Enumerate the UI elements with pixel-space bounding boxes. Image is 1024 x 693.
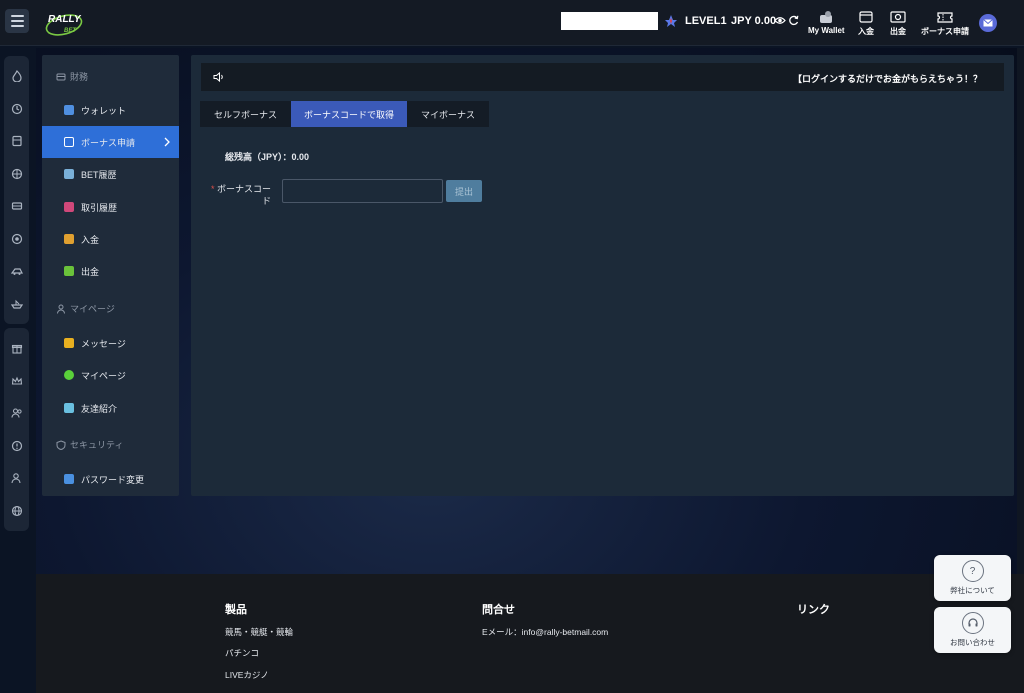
footer-link-pachinko[interactable]: パチンコ — [225, 647, 259, 659]
bonus-apply-button[interactable]: ボーナス申請 — [921, 10, 969, 37]
rail-boat-icon[interactable] — [4, 288, 29, 321]
submit-button[interactable]: 提出 — [446, 180, 482, 202]
lock-icon — [64, 474, 74, 484]
sidebar-item-bonus-apply[interactable]: ボーナス申請 — [42, 126, 179, 158]
sidebar-item-messages[interactable]: メッセージ — [42, 327, 179, 359]
bonus-icon — [64, 137, 74, 147]
bonus-ticket-icon — [937, 12, 953, 23]
mail-icon — [64, 338, 74, 348]
sidebar-section-security: セキュリティ — [56, 438, 123, 451]
sidebar-item-bet-history[interactable]: BET履歴 — [42, 158, 179, 190]
bonus-panel: 【ログインするだけでお金がもらえちゃう！？ セルフボーナス ボーナスコードで取得… — [191, 55, 1014, 496]
notice-ticker[interactable]: 【ログインするだけでお金がもらえちゃう！？ — [793, 72, 982, 85]
withdraw-icon — [890, 11, 906, 23]
total-balance: 総残高（JPY）：0.00 — [225, 152, 310, 162]
sidebar-section-finance: 財務 — [56, 70, 88, 83]
sidebar-item-transactions[interactable]: 取引履歴 — [42, 191, 179, 223]
rally-bet-logo[interactable]: RALLY BET — [44, 8, 88, 38]
person-icon — [64, 370, 74, 380]
footer: 製品 競馬・競艇・競輪 パチンコ LIVEカジノ 問合せ Eメール：info@r… — [36, 574, 1024, 693]
wallet-icon — [64, 105, 74, 115]
eye-icon[interactable] — [774, 15, 786, 26]
svg-text:RALLY: RALLY — [48, 14, 82, 25]
transaction-icon — [64, 202, 74, 212]
hamburger-menu-button[interactable] — [5, 9, 29, 33]
bonus-code-input[interactable] — [282, 179, 443, 203]
question-icon: ? — [961, 560, 984, 582]
tab-self-bonus[interactable]: セルフボーナス — [200, 101, 291, 127]
rail-slot-icon[interactable] — [4, 125, 29, 158]
sidebar-item-change-password[interactable]: パスワード変更 — [42, 463, 179, 495]
message-envelope-icon[interactable] — [979, 14, 997, 32]
deposit-icon — [64, 234, 74, 244]
about-us-button[interactable]: ? 弊社について — [934, 555, 1011, 601]
notice-bar: 【ログインするだけでお金がもらえちゃう！？ — [201, 63, 1004, 91]
my-wallet-button[interactable]: My Wallet — [808, 10, 845, 35]
footer-email[interactable]: Eメール：info@rally-betmail.com — [482, 626, 608, 638]
icon-rail — [4, 56, 29, 535]
chevron-right-icon — [164, 137, 170, 147]
rail-sports-icon[interactable] — [4, 158, 29, 191]
rail-race-icon[interactable] — [4, 255, 29, 288]
balance-display: JPY 0.00 — [731, 15, 776, 27]
headset-icon — [961, 612, 984, 634]
deposit-button[interactable]: 入金 — [858, 10, 874, 37]
rail-gift-icon[interactable] — [4, 332, 29, 365]
wallet-icon — [820, 11, 833, 23]
footer-links-title: リンク — [797, 604, 830, 616]
sidebar-section-mypage: マイページ — [56, 302, 115, 315]
deposit-icon — [859, 11, 873, 23]
withdraw-button[interactable]: 出金 — [890, 10, 906, 37]
rail-hot-icon[interactable] — [4, 60, 29, 93]
bonus-code-label: * ボーナスコード — [210, 184, 271, 206]
friend-icon — [64, 403, 74, 413]
withdraw-icon — [64, 266, 74, 276]
footer-contact-title: 問合せ — [482, 604, 515, 616]
currency-label: JPY — [731, 15, 752, 27]
top-bar: RALLY BET LEVEL1 JPY 0.00 My Wallet 入金 出… — [0, 0, 1024, 46]
footer-link-live-casino[interactable]: LIVEカジノ — [225, 669, 269, 681]
rail-user-icon[interactable] — [4, 462, 29, 495]
finance-icon — [56, 73, 66, 80]
rail-info-icon[interactable] — [4, 430, 29, 463]
footer-products-title: 製品 — [225, 604, 247, 616]
sidebar-item-withdraw[interactable]: 出金 — [42, 255, 179, 287]
sidebar-item-wallet[interactable]: ウォレット — [42, 94, 179, 126]
username-box — [561, 12, 658, 30]
speaker-icon — [213, 71, 223, 83]
account-sidebar: 財務 ウォレット ボーナス申請 BET履歴 取引履歴 入金 出金 マイページ メ… — [42, 55, 179, 496]
bonus-tabs: セルフボーナス ボーナスコードで取得 マイボーナス — [200, 101, 489, 127]
level-label: LEVEL1 — [685, 15, 727, 27]
rail-group-account — [4, 328, 29, 531]
tab-bonus-code[interactable]: ボーナスコードで取得 — [291, 101, 407, 127]
rail-roulette-icon[interactable] — [4, 223, 29, 256]
rail-language-icon[interactable] — [4, 495, 29, 528]
rail-history-icon[interactable] — [4, 93, 29, 126]
required-mark: * — [210, 184, 215, 194]
refresh-icon[interactable] — [788, 15, 799, 26]
contact-us-button[interactable]: お問い合わせ — [934, 607, 1011, 653]
tab-my-bonus[interactable]: マイボーナス — [407, 101, 489, 127]
rail-crown-icon[interactable] — [4, 365, 29, 398]
svg-text:BET: BET — [64, 28, 77, 34]
shield-icon — [56, 439, 66, 450]
sidebar-item-deposit[interactable]: 入金 — [42, 223, 179, 255]
rail-friends-icon[interactable] — [4, 397, 29, 430]
user-icon — [57, 304, 65, 314]
sidebar-item-mypage[interactable]: マイページ — [42, 359, 179, 391]
rail-group-games — [4, 56, 29, 324]
rail-table-icon[interactable] — [4, 190, 29, 223]
level-badge-icon — [665, 15, 677, 27]
footer-link-keiba[interactable]: 競馬・競艇・競輪 — [225, 626, 293, 638]
balance-value: 0.00 — [754, 15, 777, 27]
bet-history-icon — [64, 169, 74, 179]
sidebar-item-referral[interactable]: 友達紹介 — [42, 392, 179, 424]
